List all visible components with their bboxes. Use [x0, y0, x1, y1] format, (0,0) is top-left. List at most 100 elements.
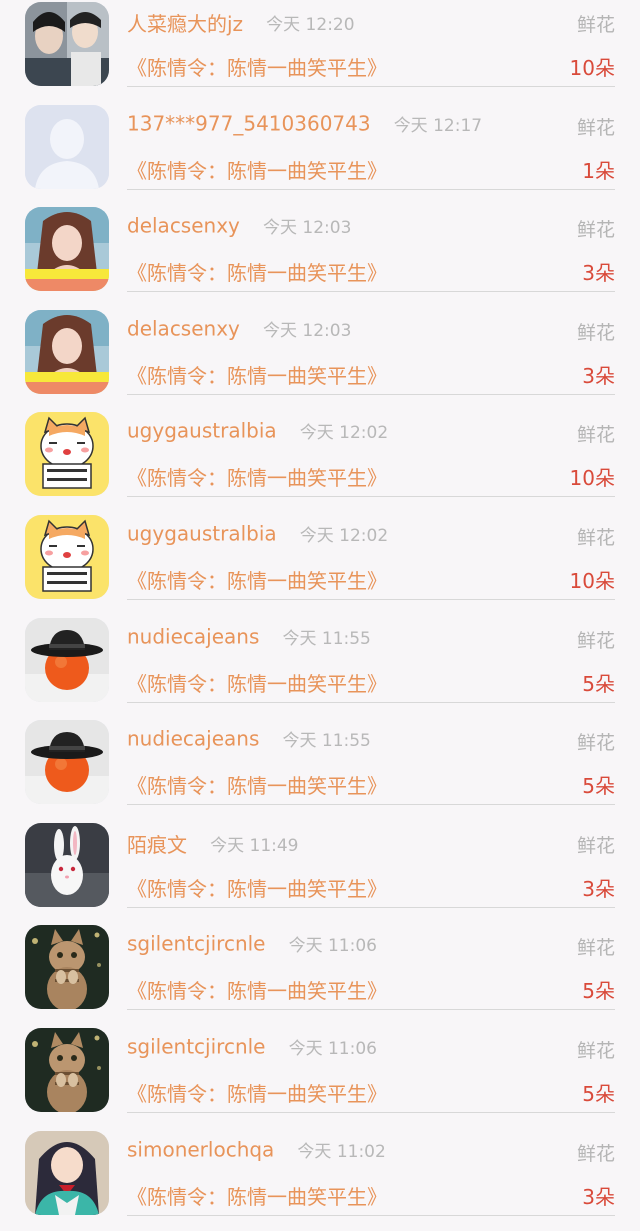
username[interactable]: sgilentcjircnle — [127, 932, 265, 956]
default-person-avatar[interactable] — [25, 104, 109, 189]
item-detail: 《陈情令：陈情一曲笑平生》 10朵 — [127, 462, 615, 492]
item-info: ugygaustralbia 今天 12:02 鲜花 《陈情令：陈情一曲笑平生》… — [127, 513, 615, 600]
gift-count: 3朵 — [582, 261, 615, 286]
item-header: nudiecajeans 今天 11:55 鲜花 — [127, 726, 615, 758]
item-info: delacsenxy 今天 12:03 鲜花 《陈情令：陈情一曲笑平生》 3朵 — [127, 205, 615, 293]
book-title-link[interactable]: 《陈情令：陈情一曲笑平生》 — [127, 364, 387, 388]
username[interactable]: delacsenxy — [127, 316, 240, 340]
timestamp: 今天 11:55 — [282, 628, 371, 649]
item-info: 人菜瘾大的jz 今天 12:20 鲜花 《陈情令：陈情一曲笑平生》 10朵 — [127, 0, 615, 87]
list-item[interactable]: 人菜瘾大的jz 今天 12:20 鲜花 《陈情令：陈情一曲笑平生》 10朵 — [0, 0, 640, 103]
list-item[interactable]: sgilentcjircnle 今天 11:06 鲜花 《陈情令：陈情一曲笑平生… — [0, 923, 640, 1026]
username[interactable]: ugygaustralbia — [127, 521, 277, 545]
gift-count: 5朵 — [582, 671, 615, 696]
anime-girl-avatar[interactable] — [25, 1130, 109, 1215]
timestamp: 今天 12:02 — [299, 525, 389, 546]
item-header: delacsenxy 今天 12:03 鲜花 — [127, 316, 615, 348]
item-info: nudiecajeans 今天 11:55 鲜花 《陈情令：陈情一曲笑平生》 5… — [127, 616, 615, 703]
tabby-kitten-avatar[interactable] — [25, 925, 109, 1010]
gift-type-label: 鲜花 — [576, 937, 615, 960]
woman-photo-avatar[interactable] — [25, 309, 109, 394]
gift-type-label: 鲜花 — [576, 526, 615, 549]
book-title-link[interactable]: 《陈情令：陈情一曲笑平生》 — [127, 261, 387, 285]
white-rabbit-avatar[interactable] — [25, 822, 109, 907]
drama-stills-avatar[interactable] — [25, 2, 109, 86]
gift-type-label: 鲜花 — [576, 116, 615, 139]
item-header: delacsenxy 今天 12:03 鲜花 — [127, 213, 615, 245]
timestamp: 今天 11:02 — [297, 1141, 386, 1162]
list-item[interactable]: ugygaustralbia 今天 12:02 鲜花 《陈情令：陈情一曲笑平生》… — [0, 513, 640, 616]
username[interactable]: ugygaustralbia — [127, 419, 277, 443]
username[interactable]: sgilentcjircnle — [127, 1034, 265, 1058]
item-detail: 《陈情令：陈情一曲笑平生》 5朵 — [127, 770, 615, 800]
username[interactable]: nudiecajeans — [127, 727, 259, 751]
item-detail: 《陈情令：陈情一曲笑平生》 10朵 — [127, 565, 615, 595]
list-item[interactable]: 陌痕文 今天 11:49 鲜花 《陈情令：陈情一曲笑平生》 3朵 — [0, 821, 640, 924]
username[interactable]: 陌痕文 — [127, 833, 187, 857]
gift-type-label: 鲜花 — [576, 1039, 615, 1062]
woman-photo-avatar[interactable] — [25, 207, 109, 292]
gift-count: 3朵 — [582, 876, 615, 901]
book-title-link[interactable]: 《陈情令：陈情一曲笑平生》 — [127, 672, 387, 696]
item-detail: 《陈情令：陈情一曲笑平生》 3朵 — [127, 257, 615, 287]
timestamp: 今天 12:03 — [262, 218, 352, 239]
item-detail: 《陈情令：陈情一曲笑平生》 5朵 — [127, 668, 615, 698]
item-header: 陌痕文 今天 11:49 鲜花 — [127, 829, 615, 861]
item-header: ugygaustralbia 今天 12:02 鲜花 — [127, 418, 615, 450]
tabby-kitten-avatar[interactable] — [25, 1027, 109, 1112]
timestamp: 今天 12:17 — [393, 115, 483, 136]
gift-type-label: 鲜花 — [576, 1142, 615, 1165]
list-item[interactable]: nudiecajeans 今天 11:55 鲜花 《陈情令：陈情一曲笑平生》 5… — [0, 718, 640, 821]
book-title-link[interactable]: 《陈情令：陈情一曲笑平生》 — [127, 979, 387, 1003]
item-info: delacsenxy 今天 12:03 鲜花 《陈情令：陈情一曲笑平生》 3朵 — [127, 308, 615, 395]
item-info: sgilentcjircnle 今天 11:06 鲜花 《陈情令：陈情一曲笑平生… — [127, 1026, 615, 1113]
cartoon-cat-sign-avatar[interactable] — [25, 514, 109, 599]
book-title-link[interactable]: 《陈情令：陈情一曲笑平生》 — [127, 466, 387, 490]
item-header: 137***977_5410360743 今天 12:17 鲜花 — [127, 111, 615, 143]
book-title-link[interactable]: 《陈情令：陈情一曲笑平生》 — [127, 569, 387, 593]
book-title-link[interactable]: 《陈情令：陈情一曲笑平生》 — [127, 774, 387, 798]
book-title-link[interactable]: 《陈情令：陈情一曲笑平生》 — [127, 159, 387, 183]
list-item[interactable]: ugygaustralbia 今天 12:02 鲜花 《陈情令：陈情一曲笑平生》… — [0, 410, 640, 513]
gift-count: 10朵 — [569, 466, 615, 491]
username[interactable]: 137***977_5410360743 — [127, 111, 371, 135]
orange-with-hat-avatar[interactable] — [25, 720, 109, 805]
gift-count: 3朵 — [582, 363, 615, 388]
cartoon-cat-sign-avatar[interactable] — [25, 412, 109, 497]
timestamp: 今天 11:49 — [210, 835, 299, 856]
item-header: nudiecajeans 今天 11:55 鲜花 — [127, 624, 615, 656]
item-info: 陌痕文 今天 11:49 鲜花 《陈情令：陈情一曲笑平生》 3朵 — [127, 821, 615, 908]
item-info: nudiecajeans 今天 11:55 鲜花 《陈情令：陈情一曲笑平生》 5… — [127, 718, 615, 806]
book-title-link[interactable]: 《陈情令：陈情一曲笑平生》 — [127, 56, 387, 80]
gift-count: 1朵 — [582, 158, 615, 183]
item-detail: 《陈情令：陈情一曲笑平生》 3朵 — [127, 1181, 615, 1211]
timestamp: 今天 11:06 — [288, 936, 377, 957]
list-item[interactable]: delacsenxy 今天 12:03 鲜花 《陈情令：陈情一曲笑平生》 3朵 — [0, 308, 640, 411]
timestamp: 今天 11:55 — [282, 731, 371, 752]
gift-count: 5朵 — [582, 1081, 615, 1106]
item-header: simonerlochqa 今天 11:02 鲜花 — [127, 1137, 615, 1169]
list-item[interactable]: nudiecajeans 今天 11:55 鲜花 《陈情令：陈情一曲笑平生》 5… — [0, 616, 640, 719]
username[interactable]: nudiecajeans — [127, 624, 259, 648]
list-item[interactable]: 137***977_5410360743 今天 12:17 鲜花 《陈情令：陈情… — [0, 103, 640, 206]
item-info: 137***977_5410360743 今天 12:17 鲜花 《陈情令：陈情… — [127, 103, 615, 190]
item-detail: 《陈情令：陈情一曲笑平生》 10朵 — [127, 52, 615, 82]
item-header: sgilentcjircnle 今天 11:06 鲜花 — [127, 931, 615, 963]
gift-count: 10朵 — [569, 568, 615, 593]
item-info: sgilentcjircnle 今天 11:06 鲜花 《陈情令：陈情一曲笑平生… — [127, 923, 615, 1011]
gift-type-label: 鲜花 — [576, 629, 615, 652]
list-item[interactable]: simonerlochqa 今天 11:02 鲜花 《陈情令：陈情一曲笑平生》 … — [0, 1129, 640, 1231]
gift-type-label: 鲜花 — [576, 424, 615, 447]
gift-type-label: 鲜花 — [576, 219, 615, 242]
book-title-link[interactable]: 《陈情令：陈情一曲笑平生》 — [127, 1185, 387, 1209]
list-item[interactable]: sgilentcjircnle 今天 11:06 鲜花 《陈情令：陈情一曲笑平生… — [0, 1026, 640, 1129]
username[interactable]: 人菜瘾大的jz — [127, 12, 243, 36]
list-item[interactable]: delacsenxy 今天 12:03 鲜花 《陈情令：陈情一曲笑平生》 3朵 — [0, 205, 640, 308]
book-title-link[interactable]: 《陈情令：陈情一曲笑平生》 — [127, 1082, 387, 1106]
username[interactable]: delacsenxy — [127, 214, 240, 238]
book-title-link[interactable]: 《陈情令：陈情一曲笑平生》 — [127, 877, 387, 901]
username[interactable]: simonerlochqa — [127, 1137, 274, 1161]
orange-with-hat-avatar[interactable] — [25, 617, 109, 702]
item-detail: 《陈情令：陈情一曲笑平生》 5朵 — [127, 1078, 615, 1108]
item-info: simonerlochqa 今天 11:02 鲜花 《陈情令：陈情一曲笑平生》 … — [127, 1129, 615, 1216]
